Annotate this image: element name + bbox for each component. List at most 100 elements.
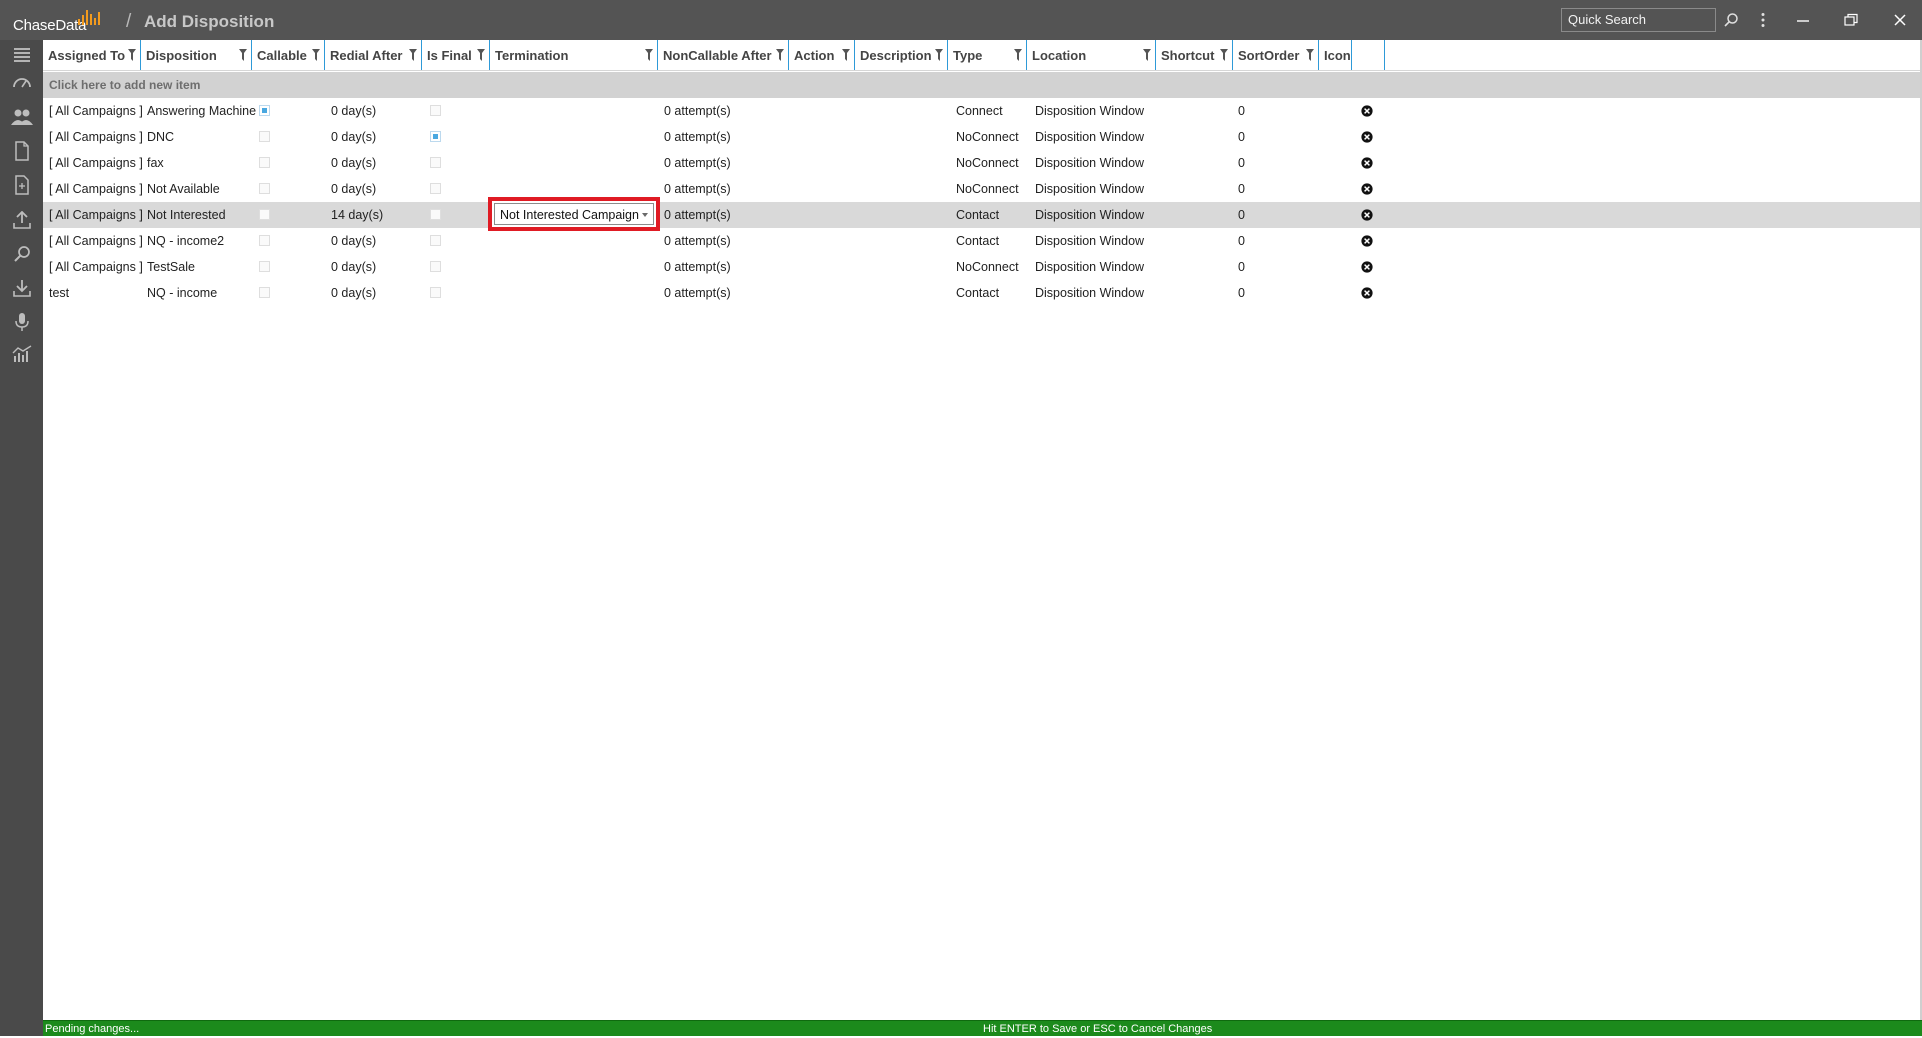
report-icon[interactable] (10, 173, 34, 197)
search-icon[interactable] (1719, 8, 1743, 32)
filter-icon[interactable] (477, 49, 485, 61)
column-header-type[interactable]: Type (948, 40, 1027, 70)
dashboard-icon[interactable] (10, 70, 34, 94)
analytics-icon[interactable] (10, 342, 34, 366)
cell-location[interactable]: Disposition Window (1035, 254, 1144, 280)
delete-row-icon[interactable] (1361, 287, 1373, 299)
is-final-checkbox[interactable] (430, 261, 441, 272)
cell-type[interactable]: Contact (956, 228, 999, 254)
is-final-checkbox[interactable] (430, 287, 441, 298)
cell-redial-after[interactable]: 0 day(s) (331, 280, 376, 306)
column-header-is-final[interactable]: Is Final (422, 40, 490, 70)
users-icon[interactable] (10, 105, 34, 129)
callable-checkbox[interactable] (259, 183, 270, 194)
cell-sortorder[interactable]: 0 (1238, 254, 1245, 280)
column-header-redial-after[interactable]: Redial After (325, 40, 422, 70)
download-icon[interactable] (10, 276, 34, 300)
cell-type[interactable]: Connect (956, 98, 1003, 124)
cell-type[interactable]: NoConnect (956, 150, 1019, 176)
table-row[interactable]: [ All Campaigns ] NQ - income2 0 day(s) … (43, 228, 1921, 254)
filter-icon[interactable] (1143, 49, 1151, 61)
termination-dropdown[interactable]: Not Interested Campaign (494, 203, 654, 225)
delete-row-icon[interactable] (1361, 105, 1373, 117)
table-row-selected[interactable]: [ All Campaigns ] Not Interested 14 day(… (43, 202, 1921, 228)
delete-row-icon[interactable] (1361, 157, 1373, 169)
filter-icon[interactable] (842, 49, 850, 61)
cell-disposition[interactable]: Not Available (147, 176, 220, 202)
cell-noncallable-after[interactable]: 0 attempt(s) (664, 98, 731, 124)
add-new-item-row[interactable]: Click here to add new item (43, 72, 1921, 98)
cell-type[interactable]: Contact (956, 202, 999, 228)
cell-sortorder[interactable]: 0 (1238, 98, 1245, 124)
cell-disposition[interactable]: TestSale (147, 254, 195, 280)
column-header-shortcut[interactable]: Shortcut (1156, 40, 1233, 70)
cell-assigned-to[interactable]: [ All Campaigns ] (49, 124, 143, 150)
cell-noncallable-after[interactable]: 0 attempt(s) (664, 280, 731, 306)
cell-location[interactable]: Disposition Window (1035, 280, 1144, 306)
cell-disposition[interactable]: NQ - income2 (147, 228, 224, 254)
filter-icon[interactable] (1220, 49, 1228, 61)
is-final-checkbox[interactable] (430, 209, 441, 220)
filter-icon[interactable] (409, 49, 417, 61)
cell-disposition[interactable]: NQ - income (147, 280, 217, 306)
column-header-sortorder[interactable]: SortOrder (1233, 40, 1319, 70)
column-header-action[interactable]: Action (789, 40, 855, 70)
document-icon[interactable] (10, 139, 34, 163)
filter-icon[interactable] (645, 49, 653, 61)
cell-location[interactable]: Disposition Window (1035, 202, 1144, 228)
is-final-checkbox[interactable] (430, 157, 441, 168)
close-icon[interactable] (1888, 8, 1912, 32)
cell-sortorder[interactable]: 0 (1238, 124, 1245, 150)
cell-location[interactable]: Disposition Window (1035, 98, 1144, 124)
cell-noncallable-after[interactable]: 0 attempt(s) (664, 150, 731, 176)
cell-redial-after[interactable]: 0 day(s) (331, 150, 376, 176)
cell-redial-after[interactable]: 0 day(s) (331, 176, 376, 202)
delete-row-icon[interactable] (1361, 235, 1373, 247)
cell-assigned-to[interactable]: [ All Campaigns ] (49, 202, 143, 228)
cell-sortorder[interactable]: 0 (1238, 228, 1245, 254)
delete-row-icon[interactable] (1361, 209, 1373, 221)
is-final-checkbox[interactable] (430, 131, 441, 142)
column-header-termination[interactable]: Termination (490, 40, 658, 70)
more-options-icon[interactable] (1751, 8, 1775, 32)
filter-icon[interactable] (312, 49, 320, 61)
callable-checkbox[interactable] (259, 209, 270, 220)
filter-icon[interactable] (776, 49, 784, 61)
table-row[interactable]: [ All Campaigns ] Not Available 0 day(s)… (43, 176, 1921, 202)
cell-type[interactable]: Contact (956, 280, 999, 306)
column-header-icon[interactable]: Icon (1319, 40, 1352, 70)
column-header-callable[interactable]: Callable (252, 40, 325, 70)
cell-disposition[interactable]: DNC (147, 124, 174, 150)
microphone-icon[interactable] (10, 310, 34, 334)
callable-checkbox[interactable] (259, 235, 270, 246)
column-header-disposition[interactable]: Disposition (141, 40, 252, 70)
table-row[interactable]: [ All Campaigns ] TestSale 0 day(s) 0 at… (43, 254, 1921, 280)
delete-row-icon[interactable] (1361, 183, 1373, 195)
upload-icon[interactable] (10, 208, 34, 232)
filter-icon[interactable] (128, 49, 136, 61)
table-row[interactable]: test NQ - income 0 day(s) 0 attempt(s) C… (43, 280, 1921, 306)
cell-assigned-to[interactable]: [ All Campaigns ] (49, 150, 143, 176)
filter-icon[interactable] (1306, 49, 1314, 61)
column-header-location[interactable]: Location (1027, 40, 1156, 70)
is-final-checkbox[interactable] (430, 105, 441, 116)
is-final-checkbox[interactable] (430, 235, 441, 246)
cell-sortorder[interactable]: 0 (1238, 176, 1245, 202)
search-icon[interactable] (10, 242, 34, 266)
cell-location[interactable]: Disposition Window (1035, 176, 1144, 202)
column-header-description[interactable]: Description (855, 40, 948, 70)
delete-row-icon[interactable] (1361, 131, 1373, 143)
cell-redial-after[interactable]: 0 day(s) (331, 228, 376, 254)
is-final-checkbox[interactable] (430, 183, 441, 194)
cell-sortorder[interactable]: 0 (1238, 150, 1245, 176)
callable-checkbox[interactable] (259, 287, 270, 298)
cell-noncallable-after[interactable]: 0 attempt(s) (664, 124, 731, 150)
cell-type[interactable]: NoConnect (956, 176, 1019, 202)
callable-checkbox[interactable] (259, 157, 270, 168)
cell-location[interactable]: Disposition Window (1035, 150, 1144, 176)
column-header-assigned-to[interactable]: Assigned To (43, 40, 141, 70)
cell-assigned-to[interactable]: [ All Campaigns ] (49, 254, 143, 280)
cell-location[interactable]: Disposition Window (1035, 228, 1144, 254)
cell-assigned-to[interactable]: test (49, 280, 69, 306)
column-header-noncallable-after[interactable]: NonCallable After (658, 40, 789, 70)
